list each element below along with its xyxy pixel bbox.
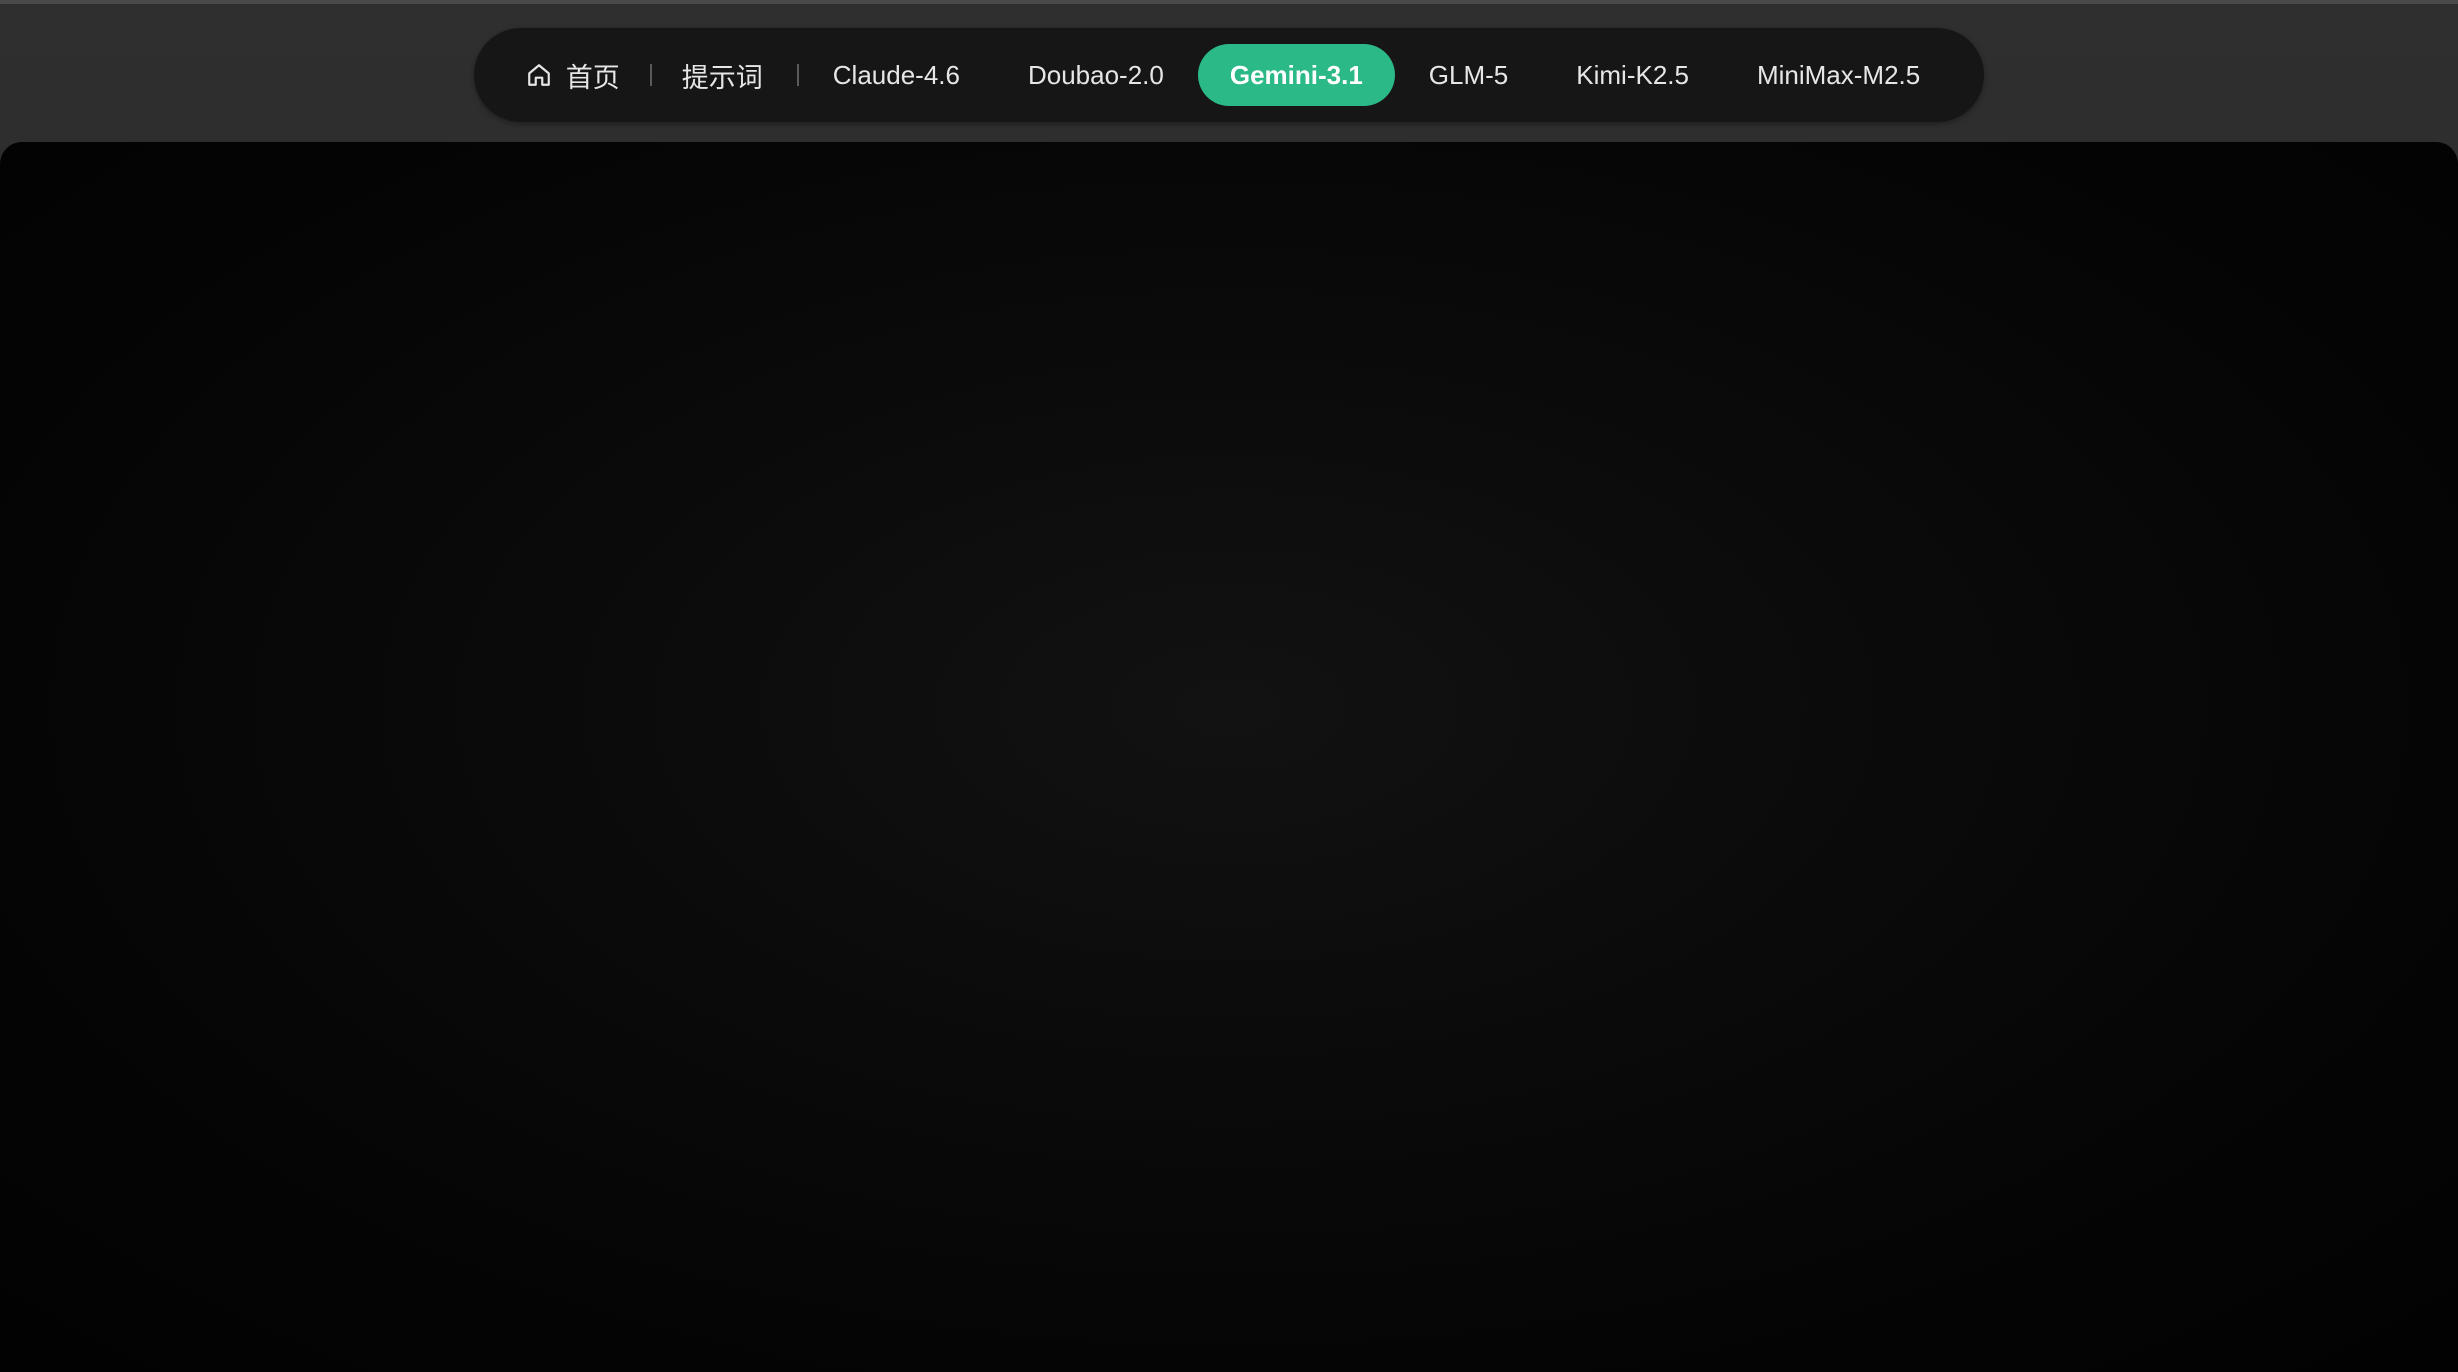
nav-model-glm[interactable]: GLM-5: [1395, 44, 1542, 106]
page: 首页 提示词 Claude-4.6 Doubao-2.0 Gemini-3.1 …: [0, 0, 2458, 1372]
nav-model-gemini[interactable]: Gemini-3.1: [1197, 44, 1395, 106]
nav-home-label: 首页: [565, 62, 620, 93]
nav-home[interactable]: 首页: [506, 44, 650, 106]
nav-model-claude[interactable]: Claude-4.6: [799, 44, 994, 106]
nav-model-label: GLM-5: [1428, 59, 1509, 90]
nav-model-doubao[interactable]: Doubao-2.0: [994, 44, 1198, 106]
nav-model-label: Doubao-2.0: [1027, 59, 1164, 90]
nav-model-label: Gemini-3.1: [1229, 59, 1363, 90]
nav-model-kimi[interactable]: Kimi-K2.5: [1542, 44, 1723, 106]
nav-wrapper: 首页 提示词 Claude-4.6 Doubao-2.0 Gemini-3.1 …: [0, 28, 2458, 122]
top-edge: [0, 0, 2458, 4]
home-icon: [527, 64, 550, 86]
nav-model-label: MiniMax-M2.5: [1756, 59, 1921, 90]
nav-model-minimax[interactable]: MiniMax-M2.5: [1723, 44, 1954, 106]
nav-model-label: Kimi-K2.5: [1576, 59, 1689, 90]
top-nav: 首页 提示词 Claude-4.6 Doubao-2.0 Gemini-3.1 …: [473, 28, 1985, 122]
nav-model-label: Claude-4.6: [832, 59, 960, 90]
content-stage: [0, 142, 2458, 1372]
nav-prompts-label: 提示词: [681, 62, 763, 93]
nav-prompts[interactable]: 提示词: [652, 44, 797, 106]
